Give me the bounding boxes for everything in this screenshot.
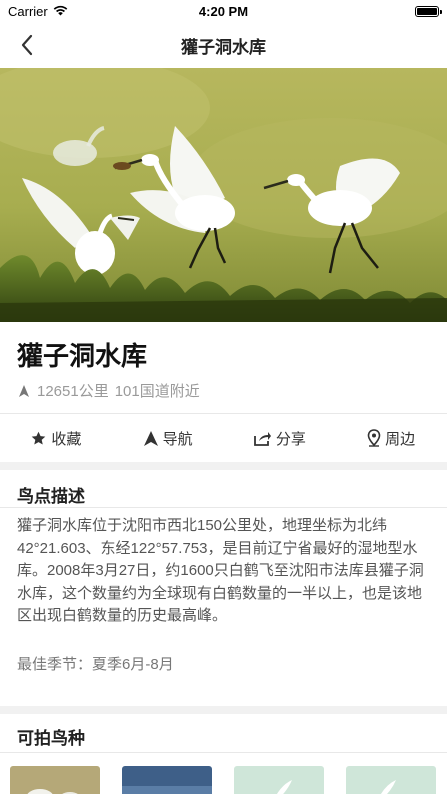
bird-species-list bbox=[10, 766, 436, 794]
season-label: 最佳季节： bbox=[17, 656, 93, 673]
distance-text: 12651公里 bbox=[37, 383, 109, 400]
navigation-bar: 獾子洞水库 bbox=[0, 22, 447, 68]
share-icon bbox=[253, 431, 271, 446]
favorite-label: 收藏 bbox=[51, 430, 82, 448]
navigation-arrow-icon bbox=[19, 384, 29, 397]
nearby-button[interactable]: 周边 bbox=[335, 414, 447, 462]
wifi-icon bbox=[53, 4, 68, 19]
bird-thumbnail-placeholder[interactable] bbox=[346, 766, 436, 794]
share-label: 分享 bbox=[275, 430, 306, 448]
location-pin-icon bbox=[367, 429, 381, 447]
back-button[interactable] bbox=[14, 32, 40, 58]
navigate-label: 导航 bbox=[162, 430, 193, 448]
divider bbox=[0, 507, 447, 508]
divider bbox=[0, 752, 447, 753]
best-season: 最佳季节：夏季6月-8月 bbox=[17, 653, 174, 674]
favorite-button[interactable]: 收藏 bbox=[0, 414, 112, 462]
page-title: 獾子洞水库 bbox=[181, 37, 266, 57]
share-button[interactable]: 分享 bbox=[224, 414, 336, 462]
star-icon bbox=[32, 431, 46, 445]
nearby-label: 周边 bbox=[385, 430, 416, 448]
navigate-button[interactable]: 导航 bbox=[112, 414, 224, 462]
hero-photo bbox=[0, 68, 447, 322]
season-value: 夏季6月-8月 bbox=[92, 656, 174, 673]
battery-icon bbox=[415, 5, 442, 17]
carrier-label: Carrier bbox=[8, 3, 48, 19]
section-separator bbox=[0, 462, 447, 470]
location-text: 101国道附近 bbox=[114, 383, 200, 400]
description-text: 獾子洞水库位于沈阳市西北150公里处，地理坐标为北纬42°21.603、东经12… bbox=[17, 517, 424, 624]
description-title: 鸟点描述 bbox=[17, 487, 85, 506]
bird-thumbnail-placeholder[interactable] bbox=[234, 766, 324, 794]
section-separator bbox=[0, 706, 447, 714]
action-bar: 收藏 导航 分享 周边 bbox=[0, 414, 447, 462]
bird-thumbnail[interactable] bbox=[122, 766, 212, 794]
place-meta: 12651公里 101国道附近 bbox=[17, 380, 200, 401]
status-bar: Carrier 4:20 PM bbox=[0, 0, 447, 22]
place-name: 獾子洞水库 bbox=[17, 341, 148, 371]
bird-thumbnail[interactable] bbox=[10, 766, 100, 794]
navigation-arrow-icon bbox=[143, 430, 158, 446]
status-left: Carrier bbox=[8, 4, 68, 19]
bird-species-title: 可拍鸟种 bbox=[17, 729, 85, 748]
chevron-left-icon bbox=[21, 34, 33, 56]
